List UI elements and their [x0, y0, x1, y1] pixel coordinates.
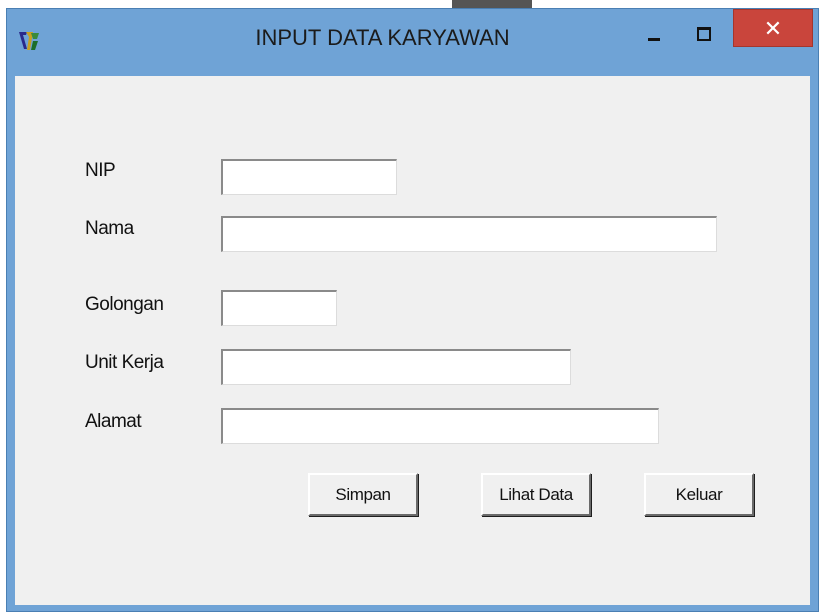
golongan-input[interactable] [221, 290, 337, 326]
close-button[interactable]: ✕ [733, 9, 813, 47]
nama-input[interactable] [221, 216, 717, 252]
form-window: INPUT DATA KARYAWAN ✕ NIP Nama Golongan … [6, 8, 819, 612]
lihat-data-button[interactable]: Lihat Data [481, 473, 591, 516]
minimize-button[interactable] [632, 15, 678, 43]
title-bar[interactable]: INPUT DATA KARYAWAN ✕ [7, 9, 818, 76]
form-client-area: NIP Nama Golongan Unit Kerja Alamat Simp… [15, 76, 810, 605]
minimize-icon [648, 38, 660, 41]
simpan-button[interactable]: Simpan [308, 473, 418, 516]
alamat-input[interactable] [221, 408, 659, 444]
nama-label: Nama [85, 218, 134, 239]
maximize-icon [697, 27, 711, 41]
golongan-label: Golongan [85, 294, 164, 315]
unit-kerja-label: Unit Kerja [85, 352, 164, 373]
alamat-label: Alamat [85, 411, 142, 432]
unit-kerja-input[interactable] [221, 349, 571, 385]
maximize-button[interactable] [681, 15, 727, 43]
nip-label: NIP [85, 160, 116, 181]
close-icon: ✕ [763, 16, 783, 41]
nip-input[interactable] [221, 159, 397, 195]
keluar-button[interactable]: Keluar [644, 473, 754, 516]
